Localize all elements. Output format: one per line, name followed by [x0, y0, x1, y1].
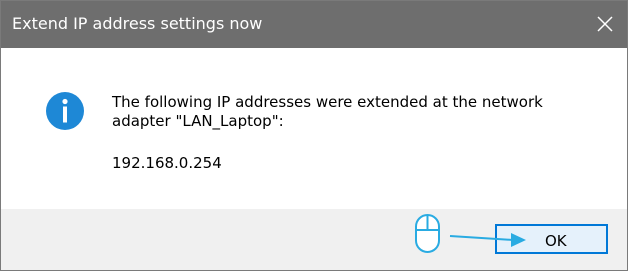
titlebar[interactable]: Extend IP address settings now	[1, 1, 627, 48]
ok-button[interactable]: OK	[495, 224, 608, 254]
close-icon	[597, 16, 613, 32]
dialog-title: Extend IP address settings now	[12, 14, 263, 33]
close-button[interactable]	[581, 1, 627, 48]
ok-button-label: OK	[545, 232, 567, 250]
information-icon	[46, 92, 84, 130]
ip-address-value: 192.168.0.254	[112, 154, 222, 172]
message-text: The following IP addresses were extended…	[112, 93, 543, 130]
